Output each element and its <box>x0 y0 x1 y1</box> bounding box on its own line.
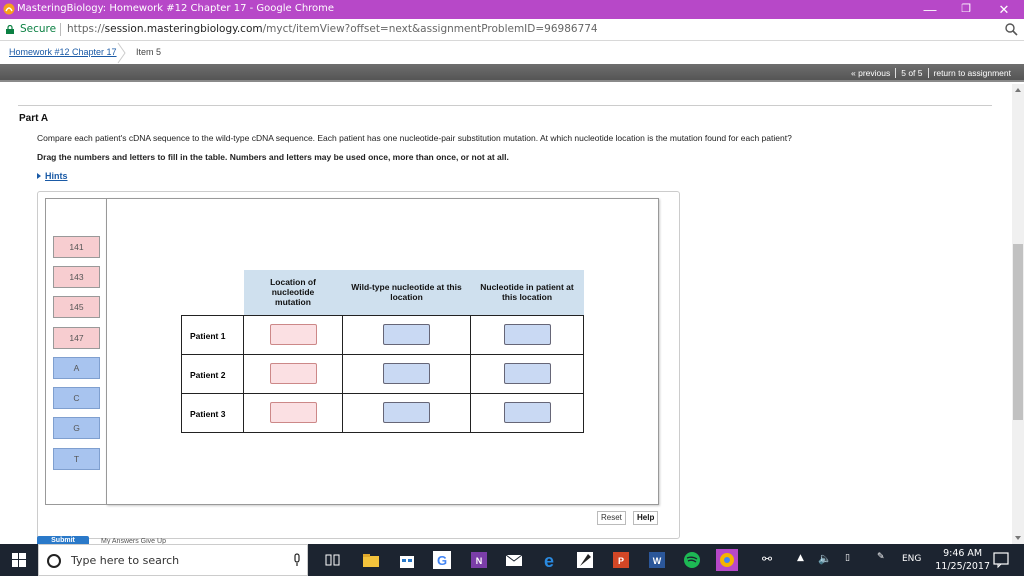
microphone-icon[interactable] <box>293 553 301 567</box>
svg-text:P: P <box>618 556 624 566</box>
row-label-patient-2: Patient 2 <box>181 353 244 394</box>
tile-g[interactable]: G <box>53 417 100 439</box>
help-button[interactable]: Help <box>633 511 659 525</box>
item-position: 5 of 5 <box>901 68 923 78</box>
url-text[interactable]: https://session.masteringbiology.com/myc… <box>67 23 598 35</box>
nav-divider <box>927 68 929 78</box>
submit-button[interactable]: Submit <box>37 536 89 544</box>
task-view-icon[interactable] <box>322 549 344 571</box>
drop-target-location-patient-3[interactable] <box>269 402 317 423</box>
drop-target-wildtype-patient-3[interactable] <box>383 402 430 423</box>
svg-text:W: W <box>653 556 662 566</box>
expand-triangle-icon <box>37 173 41 179</box>
page-scrollbar[interactable] <box>1012 84 1024 544</box>
window-titlebar: MasteringBiology: Homework #12 Chapter 1… <box>0 0 1024 19</box>
breadcrumb: Homework #12 Chapter 17 Item 5 <box>0 42 1024 64</box>
col-header-location: Location of nucleotide mutation <box>243 270 343 315</box>
tile-147[interactable]: 147 <box>53 327 100 349</box>
clock-date: 11/25/2017 <box>935 561 990 572</box>
table-row: Patient 1 <box>181 314 584 355</box>
google-icon[interactable]: G <box>431 549 453 571</box>
col-header-wildtype: Wild-type nucleotide at this location <box>342 270 471 315</box>
cortana-icon <box>47 554 61 568</box>
table-row: Patient 2 <box>181 353 584 394</box>
drop-target-patient-nucleotide-patient-3[interactable] <box>503 402 551 423</box>
question-content: Part A Compare each patient's cDNA seque… <box>0 84 1012 544</box>
row-label-patient-3: Patient 3 <box>181 392 244 433</box>
window-title: MasteringBiology: Homework #12 Chapter 1… <box>17 3 335 14</box>
close-button[interactable]: ✕ <box>988 0 1020 19</box>
mail-icon[interactable] <box>503 549 525 571</box>
breadcrumb-assignment-link[interactable]: Homework #12 Chapter 17 <box>9 47 117 57</box>
store-icon[interactable] <box>396 549 418 571</box>
previous-link[interactable]: « previous <box>847 68 894 78</box>
tile-145[interactable]: 145 <box>53 296 100 318</box>
svg-text:G: G <box>437 553 447 568</box>
drop-target-wildtype-patient-2[interactable] <box>383 363 430 384</box>
powerpoint-icon[interactable]: P <box>610 549 632 571</box>
tile-143[interactable]: 143 <box>53 266 100 288</box>
drop-target-patient-nucleotide-patient-2[interactable] <box>503 363 551 384</box>
language-indicator[interactable]: ENG <box>902 554 921 564</box>
breadcrumb-item: Item 5 <box>136 47 162 57</box>
pen-icon[interactable]: ✎ <box>877 552 885 562</box>
svg-text:N: N <box>476 556 483 566</box>
search-placeholder: Type here to search <box>71 554 180 567</box>
mastering-logo-icon <box>3 3 15 15</box>
divider <box>18 105 992 106</box>
restore-button[interactable]: ❐ <box>950 0 982 19</box>
question-instruction: Compare each patient's cDNA sequence to … <box>37 133 792 143</box>
paint-app-icon[interactable] <box>574 549 596 571</box>
col-header-patient-nucleotide: Nucleotide in patient at this location <box>470 270 584 315</box>
address-separator <box>60 23 61 36</box>
zoom-icon[interactable] <box>1004 22 1018 36</box>
windows-taskbar: Type here to search G N e P W ⚯ ▲ 🔈 ▯ ✎ … <box>0 544 1024 576</box>
network-icon[interactable]: ▯ <box>845 553 850 563</box>
tile-c[interactable]: C <box>53 387 100 409</box>
row-label-patient-1: Patient 1 <box>181 314 244 355</box>
drop-target-location-patient-1[interactable] <box>269 324 317 345</box>
mutation-table: Location of nucleotide mutation Wild-typ… <box>181 270 584 433</box>
taskbar-search-box[interactable]: Type here to search <box>38 544 308 576</box>
word-icon[interactable]: W <box>646 549 668 571</box>
svg-text:e: e <box>544 551 554 571</box>
system-clock[interactable]: 9:46 AM 11/25/2017 <box>935 547 990 573</box>
item-navbar: « previous 5 of 5 return to assignment <box>0 64 1024 82</box>
people-icon[interactable]: ⚯ <box>762 552 772 566</box>
secure-label[interactable]: Secure <box>20 23 56 35</box>
table-row: Patient 3 <box>181 392 584 433</box>
drop-target-patient-nucleotide-patient-1[interactable] <box>503 324 551 345</box>
edge-icon[interactable]: e <box>538 549 560 571</box>
breadcrumb-chevron-icon <box>117 42 126 64</box>
drop-target-wildtype-patient-1[interactable] <box>383 324 430 345</box>
reset-button[interactable]: Reset <box>597 511 626 525</box>
table-corner <box>181 270 244 315</box>
chrome-icon[interactable] <box>716 549 738 571</box>
clock-time: 9:46 AM <box>943 548 983 559</box>
address-bar[interactable]: Secure https://session.masteringbiology.… <box>0 19 1024 41</box>
tile-141[interactable]: 141 <box>53 236 100 258</box>
drop-target-location-patient-2[interactable] <box>269 363 317 384</box>
drag-instruction: Drag the numbers and letters to fill in … <box>37 152 509 162</box>
scroll-down-icon[interactable] <box>1015 536 1021 540</box>
spotify-icon[interactable] <box>681 549 703 571</box>
show-hidden-icons-chevron-icon[interactable]: ▲ <box>797 553 804 563</box>
volume-icon[interactable]: 🔈 <box>818 552 832 565</box>
minimize-button[interactable]: — <box>914 0 946 19</box>
file-explorer-icon[interactable] <box>360 549 382 571</box>
scroll-thumb[interactable] <box>1013 244 1023 420</box>
lock-icon <box>6 25 14 34</box>
tile-t[interactable]: T <box>53 448 100 470</box>
part-title: Part A <box>19 113 49 124</box>
windows-start-icon[interactable] <box>0 544 38 576</box>
tile-a[interactable]: A <box>53 357 100 379</box>
action-center-icon[interactable] <box>992 551 1010 569</box>
scroll-up-icon[interactable] <box>1015 88 1021 92</box>
return-to-assignment-link[interactable]: return to assignment <box>930 68 1015 78</box>
hints-toggle[interactable]: Hints <box>37 171 68 181</box>
onenote-icon[interactable]: N <box>468 549 490 571</box>
